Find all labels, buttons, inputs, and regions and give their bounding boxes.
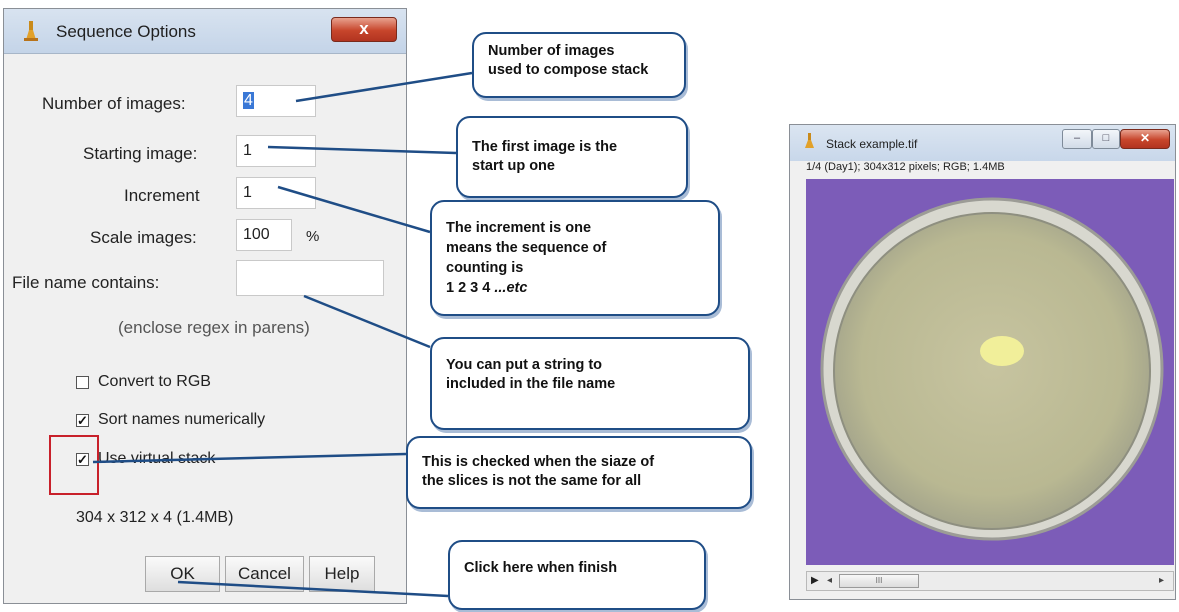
petri-dish-image [806, 179, 1174, 565]
connector-ok [177, 580, 449, 598]
imagej-icon [805, 133, 814, 148]
callout-number-images: Number of images used to compose stack [472, 32, 686, 98]
callout-first-image-line1: The first image is the [472, 139, 618, 155]
maximize-button[interactable]: □ [1092, 129, 1120, 149]
colony [980, 336, 1024, 366]
callout-first-image: The first image is the start up one [456, 116, 688, 198]
callout-increment-line3: counting is [446, 260, 524, 276]
callout-virtual-stack: This is checked when the siaze of the sl… [406, 436, 752, 509]
connector-string [303, 294, 431, 349]
callout-string-line2: included in the file name [446, 376, 616, 392]
connector-number-images [295, 71, 473, 103]
callout-virtual-line2: the slices is not the same for all [422, 473, 642, 489]
callout-increment-line2: means the sequence of [446, 240, 607, 256]
image-info-line: 1/4 (Day1); 304x312 pixels; RGB; 1.4MB [806, 161, 1005, 173]
increment-etc: ...etc [490, 280, 528, 296]
callout-increment: The increment is one means the sequence … [430, 200, 720, 316]
scroll-thumb[interactable]: III [839, 574, 919, 588]
callout-string-line1: You can put a string to [446, 357, 603, 373]
play-icon[interactable]: ▶ [811, 575, 819, 586]
stack-slice-scrollbar[interactable]: ▶ ◂ III ▸ [806, 571, 1174, 591]
stack-image-window: Stack example.tif – □ ✕ 1/4 (Day1); 304x… [789, 124, 1176, 600]
callout-ok: Click here when finish [448, 540, 706, 610]
callout-increment-line1: The increment is one [446, 220, 592, 236]
window-close-button[interactable]: ✕ [1120, 129, 1170, 149]
window-title: Stack example.tif [826, 137, 918, 151]
callout-first-image-line2: start up one [472, 158, 555, 174]
callout-number-images-line1: Number of images [488, 43, 615, 59]
callout-virtual-line1: This is checked when the siaze of [422, 454, 655, 470]
image-canvas[interactable] [806, 179, 1174, 565]
scroll-right-icon[interactable]: ▸ [1159, 575, 1164, 586]
connector-virtual [92, 452, 407, 464]
callout-number-images-line2: used to compose stack [488, 62, 649, 78]
increment-sequence: 1 2 3 4 [446, 280, 491, 296]
callout-string: You can put a string to included in the … [430, 337, 750, 430]
minimize-button[interactable]: – [1062, 129, 1092, 149]
callout-increment-sequence-line: 1 2 3 4 ...etc [446, 278, 704, 298]
window-titlebar[interactable]: Stack example.tif – □ ✕ [790, 125, 1175, 161]
connector-first-image [267, 145, 457, 155]
scroll-left-icon[interactable]: ◂ [827, 575, 832, 586]
connector-increment [277, 185, 431, 234]
